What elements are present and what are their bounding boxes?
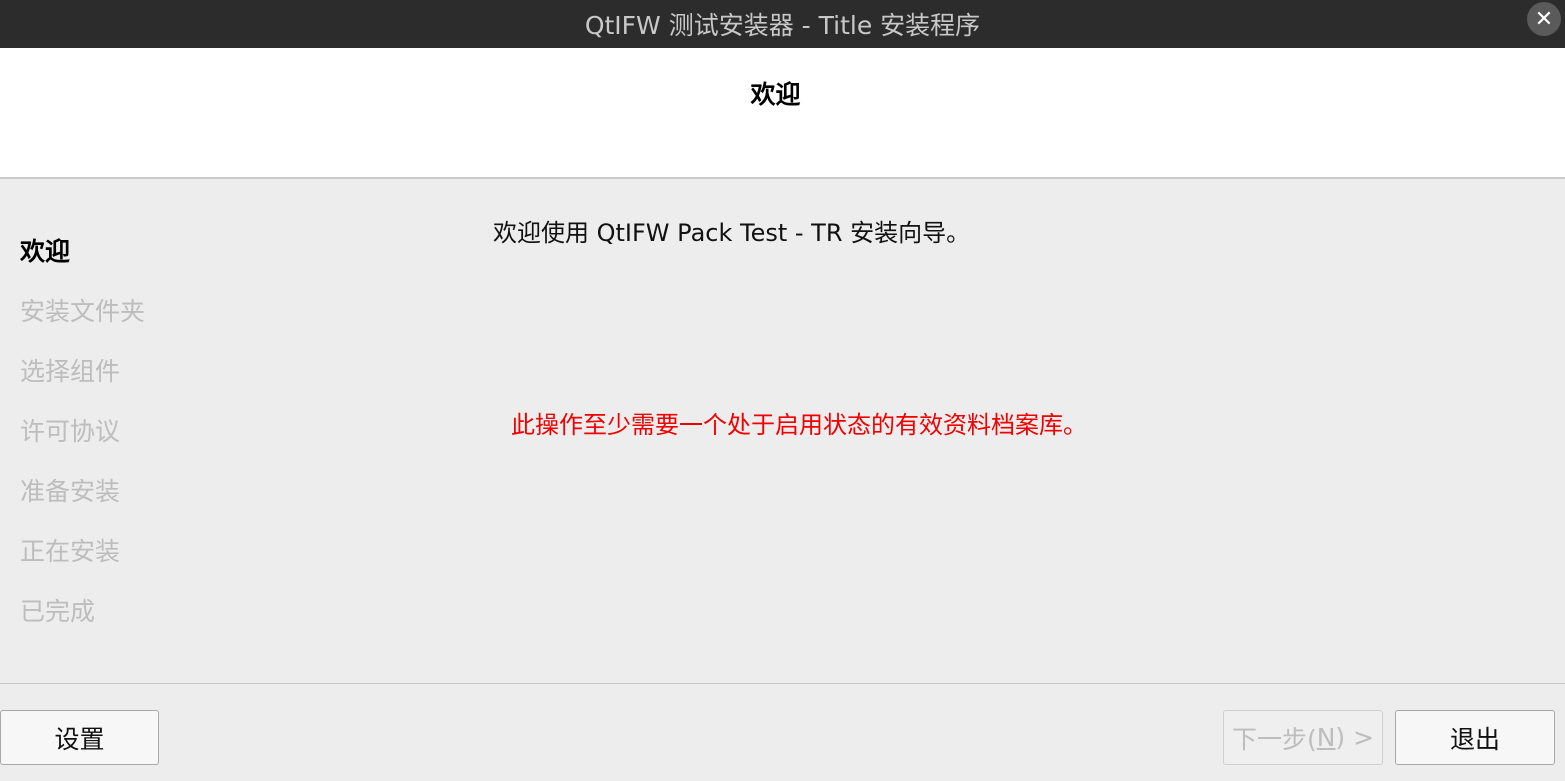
title-bar: QtIFW 测试安装器 - Title 安装程序 ✕ (0, 0, 1565, 48)
step-license-agreement: 许可协议 (20, 417, 121, 446)
welcome-message: 欢迎使用 QtIFW Pack Test - TR 安装向导。 (493, 219, 971, 247)
step-install-folder: 安装文件夹 (20, 297, 146, 326)
quit-button-label: 退出 (1449, 724, 1500, 754)
error-message: 此操作至少需要一个处于启用状态的有效资料档案库。 (511, 411, 1087, 439)
step-welcome: 欢迎 (20, 237, 71, 266)
settings-button-label: 设置 (54, 724, 105, 754)
page-title: 欢迎 (750, 80, 801, 109)
installer-window: QtIFW 测试安装器 - Title 安装程序 ✕ 欢迎 欢迎 安装文件夹 选… (0, 0, 1565, 781)
header-banner: 欢迎 (0, 48, 1565, 179)
quit-button[interactable]: 退出 (1395, 710, 1555, 765)
next-button-suffix: ) > (1335, 723, 1375, 752)
close-icon: ✕ (1534, 6, 1554, 32)
footer-divider (0, 683, 1565, 684)
settings-button[interactable]: 设置 (0, 710, 159, 765)
window-title: QtIFW 测试安装器 - Title 安装程序 (584, 11, 981, 40)
close-button[interactable]: ✕ (1527, 2, 1561, 36)
step-ready-to-install: 准备安装 (20, 477, 121, 506)
step-installing: 正在安装 (20, 537, 121, 566)
step-finished: 已完成 (20, 597, 96, 626)
wizard-steps: 欢迎 安装文件夹 选择组件 许可协议 准备安装 正在安装 已完成 (20, 230, 145, 650)
next-button-prefix: 下一步( (1231, 724, 1317, 754)
next-button-mnemonic: N (1316, 723, 1336, 752)
next-button[interactable]: 下一步(N) > (1223, 710, 1383, 765)
step-select-components: 选择组件 (20, 357, 121, 386)
